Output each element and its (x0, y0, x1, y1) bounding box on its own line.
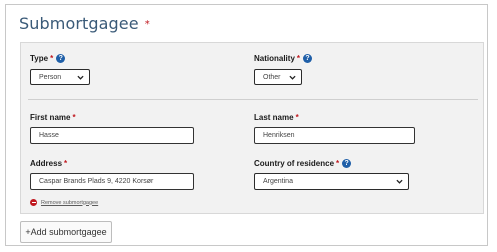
type-required: * (50, 54, 54, 63)
type-select[interactable]: Person (30, 69, 90, 85)
add-button-label: +Add submortgagee (25, 227, 107, 237)
address-label: Address * (30, 159, 67, 168)
remove-link-text: Remove submortgagee (41, 199, 99, 206)
chevron-down-icon (289, 75, 296, 80)
section-title: Submortgagee * (19, 14, 150, 33)
type-label: Type *? (30, 54, 66, 63)
country-select-value: Argentina (263, 178, 293, 185)
nationality-select[interactable]: Other (254, 69, 302, 85)
country-label: Country of residence *? (254, 159, 352, 168)
add-submortgagee-button[interactable]: +Add submortgagee (20, 221, 112, 243)
nationality-label: Nationality *? (254, 54, 313, 63)
country-select[interactable]: Argentina (254, 173, 409, 190)
first-name-label: First name * (30, 113, 76, 122)
nationality-required: * (296, 54, 301, 63)
last-name-label-text: Last name (254, 113, 294, 122)
chevron-down-icon (396, 179, 403, 184)
country-required: * (336, 159, 340, 168)
last-name-value: Henriksen (263, 132, 295, 139)
first-name-required: * (72, 113, 76, 122)
type-help-icon[interactable]: ? (56, 54, 66, 63)
type-label-text: Type (30, 54, 49, 63)
address-value: Caspar Brands Plads 9, 4220 Korsør (39, 178, 154, 185)
country-help-icon[interactable]: ? (342, 159, 352, 168)
nationality-label-text: Nationality (254, 54, 295, 63)
section-divider (28, 99, 478, 100)
minus-circle-icon (30, 199, 37, 206)
last-name-label: Last name * (254, 113, 299, 122)
section-title-text: Submortgagee (19, 14, 139, 33)
first-name-label-text: First name (30, 113, 71, 122)
first-name-value: Hasse (39, 132, 59, 139)
address-label-text: Address (30, 159, 63, 168)
type-select-value: Person (39, 73, 62, 81)
remove-submortgagee-link[interactable]: Remove submortgagee (30, 199, 98, 206)
nationality-help-icon[interactable]: ? (303, 54, 313, 63)
submortgagee-panel: Type *? Person Nationality *? Other First … (20, 42, 484, 214)
last-name-input[interactable]: Henriksen (254, 127, 415, 144)
submortgagee-section: Submortgagee * Type *? Person Nationality *… (5, 4, 488, 246)
country-label-text: Country of residence (254, 159, 335, 168)
first-name-input[interactable]: Hasse (30, 127, 194, 144)
address-input[interactable]: Caspar Brands Plads 9, 4220 Korsør (30, 173, 194, 190)
chevron-down-icon (77, 75, 84, 80)
last-name-required: * (295, 113, 299, 122)
address-required: * (64, 159, 68, 168)
required-marker: * (144, 19, 150, 30)
nationality-select-value: Other (263, 73, 281, 81)
